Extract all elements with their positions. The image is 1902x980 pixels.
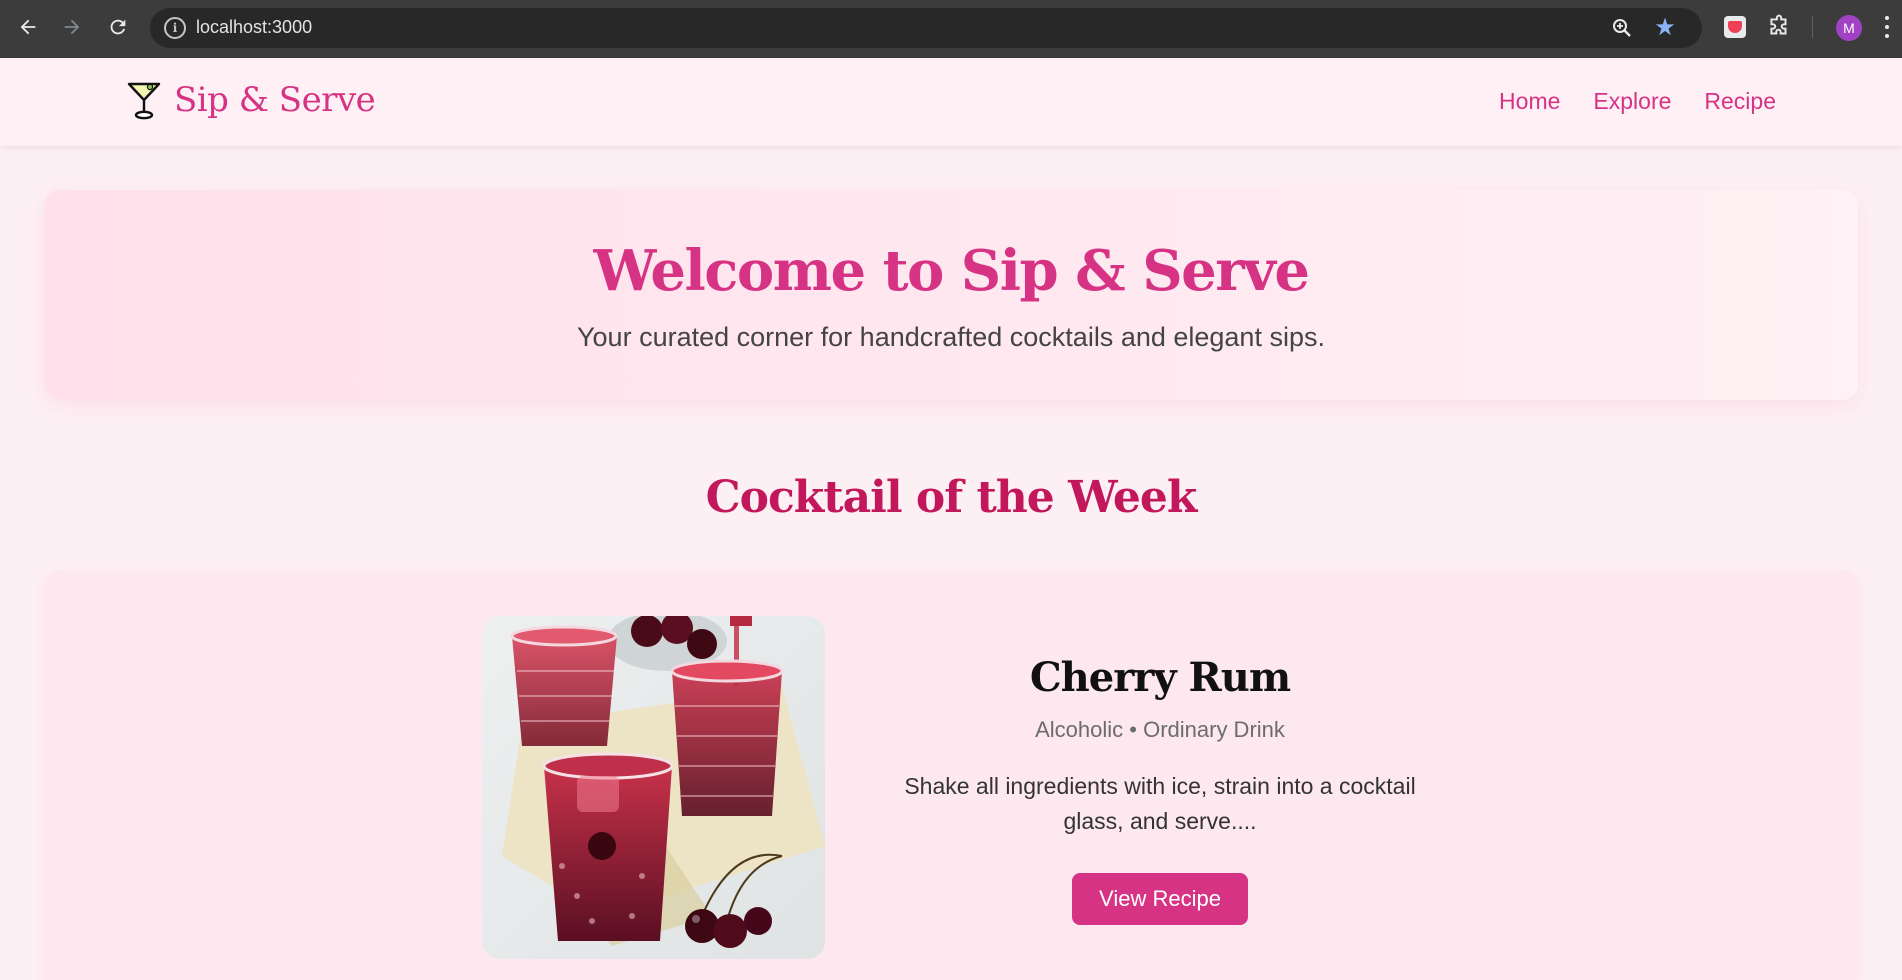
profile-avatar[interactable]: M: [1836, 15, 1862, 41]
martini-glass-icon: [127, 82, 161, 120]
cocktail-name: Cherry Rum: [1029, 654, 1291, 701]
nav-link-home[interactable]: Home: [1499, 88, 1560, 115]
pocket-extension-icon[interactable]: [1724, 16, 1746, 38]
hero-title: Welcome to Sip & Serve: [593, 238, 1310, 304]
toolbar-divider: [1812, 16, 1813, 38]
section-title: Cocktail of the Week: [705, 472, 1198, 523]
hero-banner: Welcome to Sip & Serve Your curated corn…: [44, 190, 1858, 400]
site-header: Sip & Serve Home Explore Recipe: [0, 58, 1902, 146]
cocktail-image[interactable]: [482, 616, 825, 959]
brand-logo[interactable]: Sip & Serve: [126, 80, 376, 120]
forward-arrow-icon[interactable]: [54, 9, 90, 45]
brand-name: Sip & Serve: [174, 80, 376, 120]
hero-subtitle: Your curated corner for handcrafted cock…: [577, 322, 1325, 352]
zoom-icon[interactable]: [1610, 16, 1634, 40]
cocktail-category: Alcoholic • Ordinary Drink: [1035, 717, 1285, 742]
view-recipe-button[interactable]: View Recipe: [1072, 873, 1248, 925]
cocktail-description: Shake all ingredients with ice, strain i…: [904, 773, 1416, 834]
back-arrow-icon[interactable]: [10, 9, 46, 45]
nav-link-recipe[interactable]: Recipe: [1704, 88, 1776, 115]
url-text[interactable]: localhost:3000: [196, 17, 312, 38]
featured-cocktail-card: Cherry Rum Alcoholic • Ordinary Drink Sh…: [44, 570, 1858, 980]
nav-links: Home Explore Recipe: [1499, 88, 1776, 115]
address-bar[interactable]: i localhost:3000 ★: [150, 8, 1702, 48]
nav-link-explore[interactable]: Explore: [1593, 88, 1671, 115]
kebab-menu-icon[interactable]: [1880, 14, 1894, 40]
extensions-puzzle-icon[interactable]: [1766, 14, 1792, 40]
reload-icon[interactable]: [100, 9, 136, 45]
cocktail-info: Cherry Rum Alcoholic • Ordinary Drink Sh…: [860, 654, 1460, 925]
browser-toolbar: i localhost:3000 ★ M: [0, 0, 1902, 58]
bookmark-star-icon[interactable]: ★: [1652, 14, 1678, 40]
site-info-icon[interactable]: i: [164, 17, 186, 39]
